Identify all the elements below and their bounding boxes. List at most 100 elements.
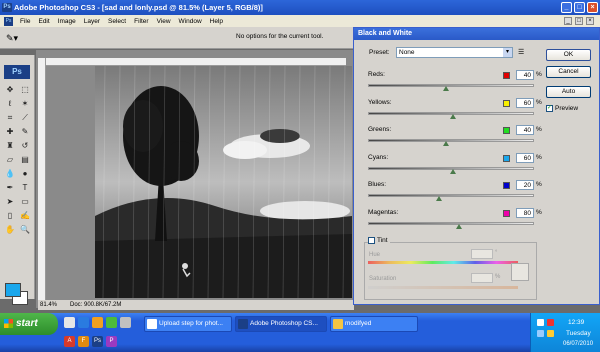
ok-button[interactable]: OK xyxy=(546,49,591,61)
notes-tool-icon[interactable]: ▯ xyxy=(3,209,17,222)
percent-unit: % xyxy=(536,181,542,188)
slider-value-input[interactable]: 40 xyxy=(516,125,534,135)
task-upload-step[interactable]: Upload step for phot... xyxy=(144,316,232,332)
preview-checkbox[interactable]: ✓ Preview xyxy=(546,105,578,112)
checkmark-icon[interactable]: ✓ xyxy=(546,105,553,112)
slice-tool-icon[interactable]: ⟋ xyxy=(18,111,32,124)
gradient-tool-icon[interactable]: ▤ xyxy=(18,153,32,166)
menu-view[interactable]: View xyxy=(156,18,172,25)
healing-brush-tool-icon[interactable]: ✚ xyxy=(3,125,17,138)
menu-image[interactable]: Image xyxy=(57,18,77,25)
media-player-icon[interactable] xyxy=(92,317,103,328)
adobe-acrobat-icon[interactable]: A xyxy=(64,336,75,347)
menu-layer[interactable]: Layer xyxy=(83,18,101,25)
zoom-level[interactable]: 81.4% xyxy=(40,300,62,310)
magic-wand-tool-icon[interactable]: ✶ xyxy=(18,97,32,110)
quick-launch-icon[interactable] xyxy=(106,317,117,328)
app-launch-icon[interactable]: P xyxy=(106,336,117,347)
task-modifyed-folder[interactable]: modifyed xyxy=(330,316,418,332)
auto-button[interactable]: Auto xyxy=(546,86,591,98)
doc-minimize-button[interactable]: _ xyxy=(564,17,572,25)
chevron-down-icon[interactable]: ▾ xyxy=(503,48,512,57)
preset-options-icon[interactable]: ☰ xyxy=(518,48,524,56)
eraser-tool-icon[interactable]: ▱ xyxy=(3,153,17,166)
hue-slider[interactable] xyxy=(368,261,518,264)
cancel-button[interactable]: Cancel xyxy=(546,66,591,78)
menu-select[interactable]: Select xyxy=(107,18,127,25)
black-and-white-dialog: Black and White Preset: None ▾ ☰ OK Canc… xyxy=(353,27,600,305)
tint-check-box[interactable] xyxy=(368,237,375,244)
saturation-slider[interactable] xyxy=(368,286,518,289)
slider-thumb[interactable] xyxy=(449,113,456,119)
slider-thumb[interactable] xyxy=(436,196,443,201)
eyedropper-icon[interactable]: ✎▾ xyxy=(6,32,28,44)
horizontal-ruler xyxy=(46,58,346,66)
slider-thumb[interactable] xyxy=(456,223,463,229)
folder-icon xyxy=(333,319,343,329)
menu-help[interactable]: Help xyxy=(209,18,224,25)
slider-value-input[interactable]: 60 xyxy=(516,152,534,163)
quick-launch-more-icon[interactable] xyxy=(120,317,131,328)
photoshop-launch-icon[interactable]: Ps xyxy=(92,336,103,347)
doc-restore-button[interactable]: □ xyxy=(575,17,583,25)
slider-thumb[interactable] xyxy=(443,141,450,146)
pen-tool-icon[interactable]: ✒ xyxy=(3,181,17,194)
slider-value-input[interactable]: 80 xyxy=(516,207,534,218)
slider-label: Cyans: xyxy=(368,153,389,161)
brush-tool-icon[interactable]: ✎ xyxy=(18,125,32,138)
clock-time[interactable]: 12:39 xyxy=(568,319,584,326)
document-window-controls: _ □ × xyxy=(564,17,594,25)
doc-close-button[interactable]: × xyxy=(586,17,594,25)
tint-checkbox[interactable]: Tint xyxy=(368,237,390,244)
hue-input[interactable] xyxy=(471,249,493,259)
lasso-tool-icon[interactable]: ℓ xyxy=(3,97,17,110)
slider-track[interactable] xyxy=(368,194,534,197)
foreground-color-swatch[interactable] xyxy=(5,283,21,297)
slider-thumb[interactable] xyxy=(443,86,450,91)
image-canvas[interactable] xyxy=(95,66,352,298)
ps-menu-icon[interactable]: Ps xyxy=(4,16,13,26)
maximize-button[interactable]: □ xyxy=(574,2,585,13)
slider-value-input[interactable]: 60 xyxy=(516,97,534,108)
windows-flag-icon xyxy=(4,319,13,328)
type-tool-icon[interactable]: T xyxy=(18,181,32,194)
move-tool-icon[interactable]: ✥ xyxy=(3,83,17,96)
shape-tool-icon[interactable]: ▭ xyxy=(18,195,32,208)
show-desktop-icon[interactable] xyxy=(64,317,75,328)
minimize-button[interactable]: _ xyxy=(561,2,572,13)
slider-track[interactable] xyxy=(368,221,534,225)
dodge-tool-icon[interactable]: ● xyxy=(18,167,32,180)
marquee-tool-icon[interactable]: ⬚ xyxy=(18,83,32,96)
menu-bar: Ps File Edit Image Layer Select Filter V… xyxy=(0,15,600,27)
slider-value-input[interactable]: 20 xyxy=(516,180,534,190)
slider-track[interactable] xyxy=(368,139,534,142)
close-button[interactable]: × xyxy=(587,2,598,13)
path-selection-tool-icon[interactable]: ➤ xyxy=(3,195,17,208)
menu-edit[interactable]: Edit xyxy=(37,18,50,25)
zoom-tool-icon[interactable]: 🔍 xyxy=(18,223,32,236)
tint-label: Tint xyxy=(377,237,388,244)
clone-stamp-tool-icon[interactable]: ♜ xyxy=(3,139,17,152)
preset-select[interactable]: None ▾ xyxy=(396,47,513,58)
eyedropper-tool-icon[interactable]: ✍ xyxy=(18,209,32,222)
slider-thumb[interactable] xyxy=(449,168,456,174)
menu-file[interactable]: File xyxy=(19,18,31,25)
slider-track[interactable] xyxy=(368,84,534,87)
network-icon[interactable] xyxy=(537,319,544,326)
hand-tool-icon[interactable]: ✋ xyxy=(3,223,17,236)
volume-icon[interactable] xyxy=(537,330,544,337)
task-photoshop[interactable]: Adobe Photoshop CS... xyxy=(235,316,327,332)
menu-filter[interactable]: Filter xyxy=(133,18,149,25)
start-button[interactable]: start xyxy=(0,313,58,335)
slider-value-input[interactable]: 40 xyxy=(516,70,534,80)
saturation-input[interactable] xyxy=(471,273,493,283)
crop-tool-icon[interactable]: ⌗ xyxy=(3,111,17,124)
menu-window[interactable]: Window xyxy=(178,18,203,25)
history-brush-tool-icon[interactable]: ↺ xyxy=(18,139,32,152)
firefox-icon[interactable]: F xyxy=(78,336,89,347)
tray-app-icon[interactable] xyxy=(547,330,554,337)
security-icon[interactable] xyxy=(547,319,554,326)
internet-explorer-icon[interactable] xyxy=(78,317,89,328)
blur-tool-icon[interactable]: 💧 xyxy=(3,167,17,180)
tint-color-swatch[interactable] xyxy=(511,263,529,281)
